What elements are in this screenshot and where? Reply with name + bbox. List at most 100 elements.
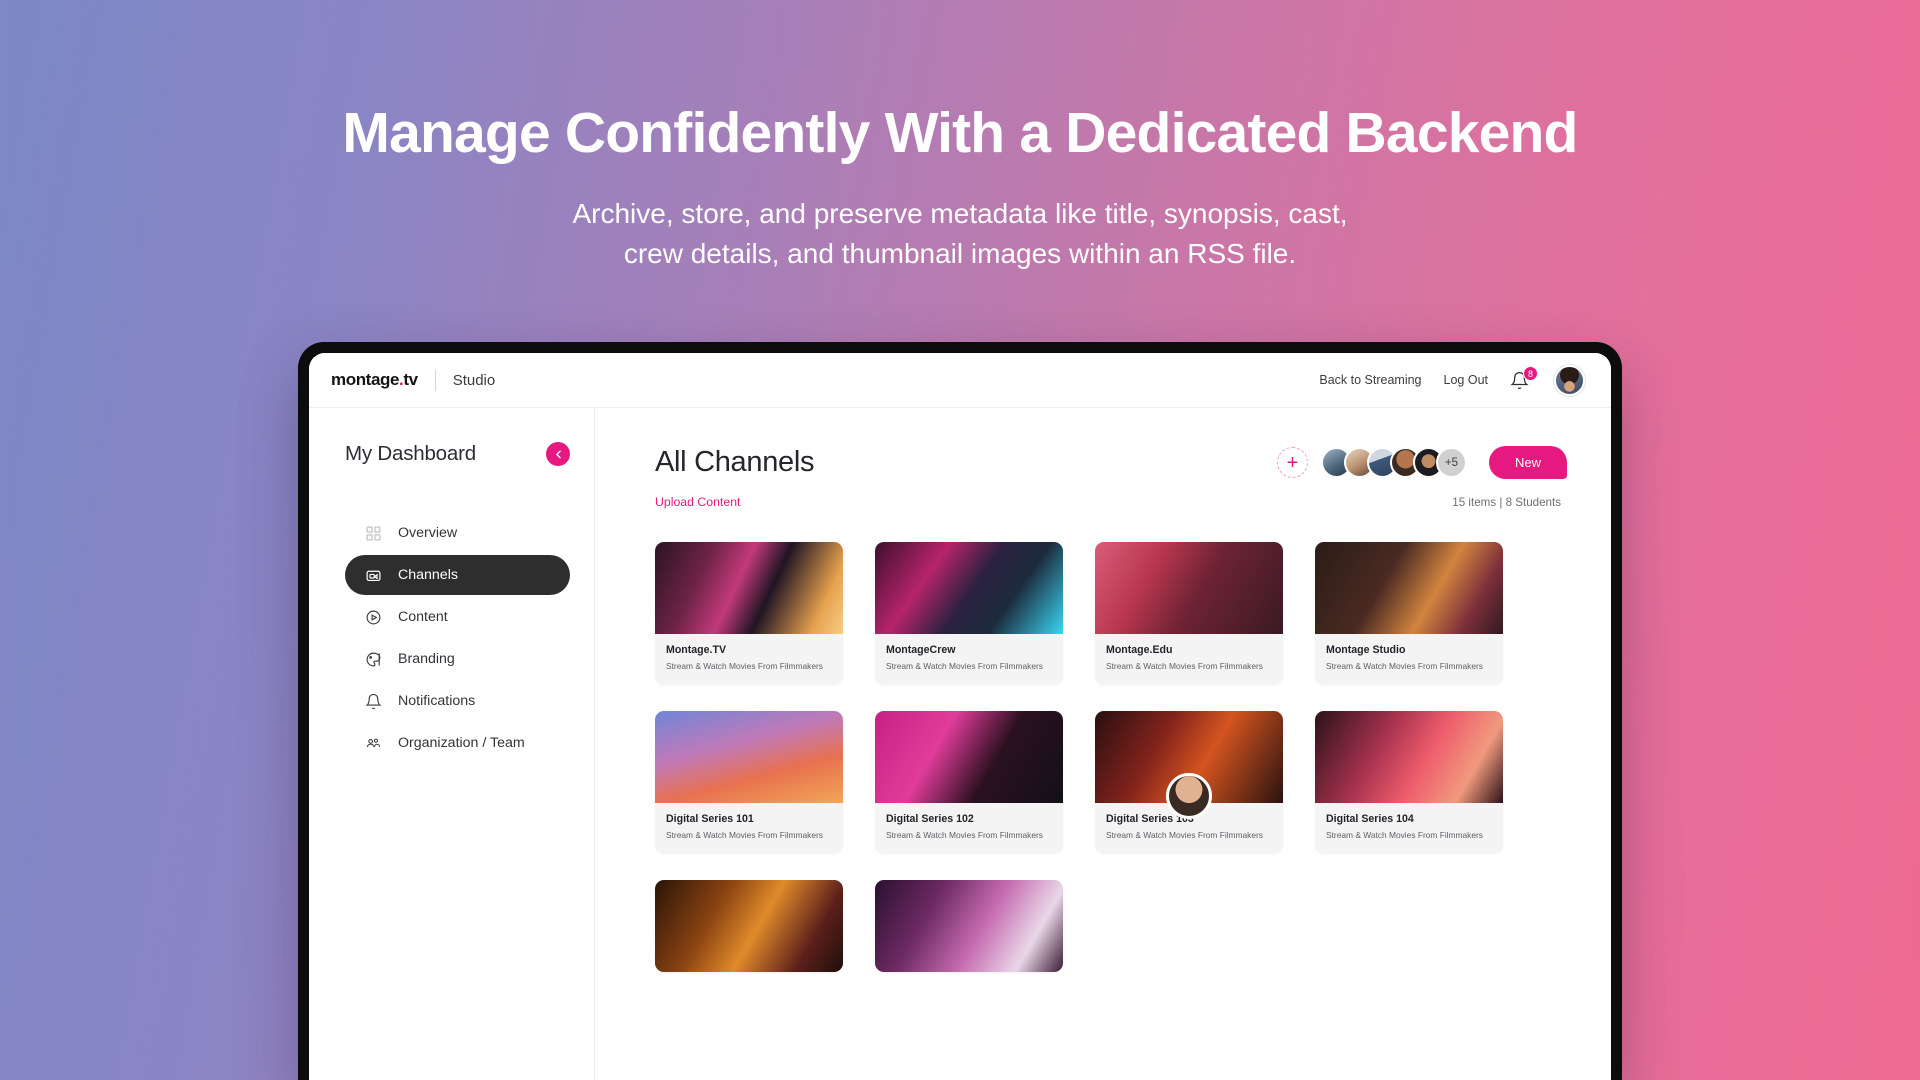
sidebar-nav: Overview Channels Content Branding Notif… [345,513,570,763]
dashboard-header: My Dashboard [345,442,570,466]
sidebar-item-label: Notifications [398,693,476,709]
add-member-button[interactable]: + [1276,447,1308,478]
channel-card[interactable]: Montage.Edu Stream & Watch Movies From F… [1095,542,1283,684]
sidebar-item-label: Organization / Team [398,735,525,751]
montage-tv-logo[interactable]: montage.tv [331,370,418,390]
header-actions: + +5 New [1276,446,1567,479]
brand-area: montage.tv Studio [331,369,496,391]
notification-count-badge: 8 [1523,366,1538,381]
channel-thumbnail [655,880,843,972]
channel-subtitle: Stream & Watch Movies From Filmmakers [666,661,823,671]
channel-card-grid: Montage.TV Stream & Watch Movies From Fi… [655,542,1611,972]
app-screen: montage.tv Studio Back to Streaming Log … [309,353,1611,1080]
notifications-button[interactable]: 8 [1510,366,1538,391]
chevron-left-icon [555,450,561,458]
sidebar-item-content[interactable]: Content [345,597,570,637]
channels-page-title: All Channels [655,446,815,478]
channel-thumbnail [875,880,1063,972]
channel-card[interactable]: Montage.TV Stream & Watch Movies From Fi… [655,542,843,684]
sidebar: My Dashboard Overview Channels Content B… [309,408,595,1080]
upload-content-link[interactable]: Upload Content [655,495,814,509]
sidebar-item-channels[interactable]: Channels [345,555,570,595]
channel-title: Digital Series 102 [886,813,974,825]
sidebar-item-branding[interactable]: Branding [345,639,570,679]
channel-card[interactable]: Digital Series 102 Stream & Watch Movies… [875,711,1063,853]
avatar[interactable] [1166,773,1212,819]
items-students-meta: 15 items | 8 Students [1452,496,1561,509]
channel-card-body: Montage.Edu Stream & Watch Movies From F… [1095,634,1283,684]
product-label: Studio [452,371,496,389]
channel-card-body: MontageCrew Stream & Watch Movies From F… [875,634,1063,684]
palette-icon [364,650,383,669]
page-title: My Dashboard [345,442,476,465]
channel-title: Montage.Edu [1106,644,1173,656]
channel-thumbnail [1095,542,1283,634]
channel-subtitle: Stream & Watch Movies From Filmmakers [886,830,1043,840]
channel-title: Montage Studio [1326,644,1406,656]
sidebar-item-notifications[interactable]: Notifications [345,681,570,721]
sidebar-item-overview[interactable]: Overview [345,513,570,553]
channel-card-body: Montage Studio Stream & Watch Movies Fro… [1315,634,1503,684]
channel-thumbnail [655,711,843,803]
hero-section: Manage Confidently With a Dedicated Back… [0,0,1920,273]
logo-name: montage [331,370,400,389]
channel-subtitle: Stream & Watch Movies From Filmmakers [666,830,823,840]
sidebar-item-label: Branding [398,651,455,667]
play-circle-icon [364,608,383,627]
sidebar-item-label: Channels [398,567,458,583]
sidebar-item-label: Overview [398,525,458,541]
channel-subtitle: Stream & Watch Movies From Filmmakers [886,661,1043,671]
channel-title: MontageCrew [886,644,956,656]
channel-subtitle: Stream & Watch Movies From Filmmakers [1326,830,1483,840]
subheadline-line-1: Archive, store, and preserve metadata li… [572,197,1348,229]
sidebar-item-label: Content [398,609,448,625]
channel-subtitle: Stream & Watch Movies From Filmmakers [1106,830,1263,840]
log-out-link[interactable]: Log Out [1444,373,1488,387]
device-mockup-frame: montage.tv Studio Back to Streaming Log … [298,342,1622,1080]
sidebar-item-organization-team[interactable]: Organization / Team [345,723,570,763]
channel-card-body: Digital Series 104 Stream & Watch Movies… [1315,803,1503,853]
main-content: All Channels Upload Content + +5 New 15 … [595,408,1611,1080]
channel-card[interactable] [655,880,843,972]
channel-thumbnail [875,711,1063,803]
channel-card-body: Digital Series 101 Stream & Watch Movies… [655,803,843,853]
avatar-overflow-count[interactable]: +5 [1435,447,1467,478]
channel-subtitle: Stream & Watch Movies From Filmmakers [1326,661,1483,671]
channel-card[interactable]: Digital Series 104 Stream & Watch Movies… [1315,711,1503,853]
subheadline-line-2: crew details, and thumbnail images withi… [623,237,1297,269]
main-header-left: All Channels Upload Content [655,446,815,509]
channel-thumbnail [875,542,1063,634]
channel-title: Montage.TV [666,644,727,656]
page-headline: Manage Confidently With a Dedicated Back… [342,101,1578,165]
folder-video-icon [364,566,383,585]
channel-subtitle: Stream & Watch Movies From Filmmakers [1106,661,1263,671]
channel-card[interactable]: Digital Series 103 Stream & Watch Movies… [1095,711,1283,853]
bell-icon [364,692,383,711]
channel-card-body: Digital Series 102 Stream & Watch Movies… [875,803,1063,853]
people-icon [364,734,383,753]
channel-thumbnail [1315,711,1503,803]
channel-title: Digital Series 101 [666,813,754,825]
app-top-bar: montage.tv Studio Back to Streaming Log … [309,353,1611,408]
channel-title: Digital Series 104 [1326,813,1414,825]
plus-icon: + [1286,451,1299,474]
member-avatar-group[interactable]: +5 [1320,447,1467,478]
channel-card[interactable]: Digital Series 101 Stream & Watch Movies… [655,711,843,853]
logo-tld: tv [403,370,418,389]
app-body: My Dashboard Overview Channels Content B… [309,408,1611,1080]
brand-divider [434,369,436,391]
sidebar-collapse-button[interactable] [546,442,570,466]
new-button[interactable]: New [1488,446,1567,479]
channel-thumbnail [655,542,843,634]
main-header-right: + +5 New 15 items | 8 Students [1276,446,1567,509]
channel-card-body: Montage.TV Stream & Watch Movies From Fi… [655,634,843,684]
grid-icon [364,524,383,543]
page-subheadline: Archive, store, and preserve metadata li… [0,194,1920,274]
app-bar-actions: Back to Streaming Log Out 8 [1319,364,1585,396]
back-to-streaming-link[interactable]: Back to Streaming [1319,373,1421,387]
channel-card[interactable]: Montage Studio Stream & Watch Movies Fro… [1315,542,1503,684]
channel-thumbnail [1315,542,1503,634]
channel-card[interactable] [875,880,1063,972]
avatar[interactable] [1554,364,1585,396]
channel-card[interactable]: MontageCrew Stream & Watch Movies From F… [875,542,1063,684]
